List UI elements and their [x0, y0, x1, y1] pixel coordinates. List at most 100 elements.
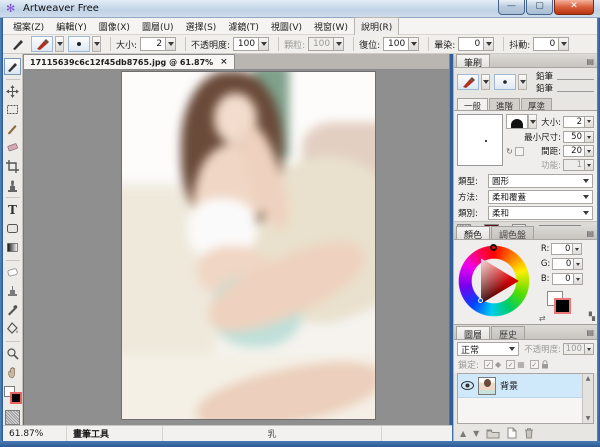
- brush-preset-button[interactable]: [31, 36, 53, 52]
- delete-layer-trash-icon[interactable]: [524, 427, 534, 439]
- new-group-folder-icon[interactable]: [486, 428, 500, 439]
- tab-advanced[interactable]: 進階: [489, 98, 521, 112]
- menu-window[interactable]: 視窗(W): [308, 18, 354, 35]
- document-tab[interactable]: 17115639c6c12f45db8765.jpg @ 61.87% ×: [23, 54, 235, 69]
- menu-edit[interactable]: 編輯(Y): [50, 18, 93, 35]
- layer-row-background[interactable]: 背景: [458, 374, 593, 398]
- bleed-dropdown[interactable]: [484, 37, 495, 51]
- menu-help[interactable]: 說明(R): [353, 16, 400, 36]
- pattern-swatch[interactable]: [5, 410, 20, 426]
- resat-input[interactable]: 100: [383, 37, 410, 51]
- text-tool[interactable]: T: [4, 201, 21, 218]
- paint-tool[interactable]: [4, 58, 21, 75]
- scroll-down-icon[interactable]: ▼: [586, 415, 591, 422]
- sv-marker-icon[interactable]: [478, 298, 483, 303]
- select-tool[interactable]: [4, 102, 21, 119]
- stamp-tool[interactable]: [4, 177, 21, 194]
- zoom-tool[interactable]: [4, 345, 21, 362]
- brush-category-button[interactable]: [457, 74, 479, 90]
- move-layer-down-button[interactable]: ▼: [473, 429, 479, 438]
- brush-tip-button[interactable]: [68, 36, 90, 52]
- pencil-tool[interactable]: [4, 120, 21, 137]
- canvas-photo[interactable]: [122, 72, 375, 419]
- size-dropdown[interactable]: [166, 37, 177, 51]
- menu-filter[interactable]: 濾鏡(T): [222, 18, 265, 35]
- shape-tool[interactable]: [4, 220, 21, 237]
- eraser-small-tool[interactable]: [4, 139, 21, 156]
- tab-palette[interactable]: 調色盤: [491, 226, 535, 241]
- status-zoom[interactable]: 61.87%: [3, 426, 67, 441]
- brush-variant-button[interactable]: [494, 74, 516, 90]
- brush-tool-button[interactable]: [7, 36, 29, 52]
- menu-view[interactable]: 視圖(V): [265, 18, 308, 35]
- tab-close-icon[interactable]: ×: [220, 57, 228, 67]
- foreground-color-swatch[interactable]: [9, 392, 22, 405]
- panel-menu-icon[interactable]: ▤: [586, 57, 594, 66]
- hue-marker-icon[interactable]: [490, 244, 497, 251]
- r-input[interactable]: 0: [551, 243, 574, 255]
- menu-file[interactable]: 檔案(Z): [7, 18, 50, 35]
- min-size-input[interactable]: 50: [563, 131, 585, 143]
- brush-category-dropdown[interactable]: [481, 74, 490, 90]
- layer-list-scrollbar[interactable]: ▲ ▼: [582, 374, 593, 423]
- minimize-button[interactable]: —: [498, 0, 525, 15]
- menu-image[interactable]: 圖像(X): [93, 18, 136, 35]
- eyedropper-tool[interactable]: [4, 301, 21, 318]
- clone-tool[interactable]: [4, 283, 21, 300]
- tab-brushes[interactable]: 筆刷: [456, 54, 491, 69]
- brush-preset-dropdown[interactable]: [55, 36, 64, 52]
- size-input[interactable]: 2: [140, 37, 167, 51]
- blend-mode-select[interactable]: 正常: [457, 342, 519, 356]
- brush-size-dropdown[interactable]: [585, 115, 594, 128]
- spacing-dropdown[interactable]: [585, 145, 594, 157]
- spacing-checkbox[interactable]: [514, 146, 524, 156]
- rotate-icon[interactable]: ↻: [506, 147, 513, 156]
- close-button[interactable]: ✕: [554, 0, 594, 15]
- bleed-input[interactable]: 0: [458, 37, 485, 51]
- tab-general[interactable]: 一般: [457, 98, 489, 112]
- panel-menu-icon[interactable]: ▤: [586, 328, 594, 337]
- move-tool[interactable]: [4, 83, 21, 100]
- jitter-input[interactable]: 0: [533, 37, 560, 51]
- tab-impasto[interactable]: 厚塗: [521, 98, 553, 112]
- panel-menu-icon[interactable]: ▤: [586, 229, 594, 238]
- new-layer-icon[interactable]: [507, 427, 517, 439]
- category-select[interactable]: 柔和: [488, 206, 593, 220]
- r-dropdown[interactable]: [573, 243, 583, 255]
- jitter-dropdown[interactable]: [559, 37, 570, 51]
- tip-shape-dropdown[interactable]: [528, 114, 538, 129]
- brush-size-input[interactable]: 2: [563, 115, 585, 128]
- fill-tool[interactable]: [4, 320, 21, 337]
- default-colors-icon[interactable]: ▚: [589, 312, 595, 321]
- menu-select[interactable]: 選擇(S): [180, 18, 223, 35]
- type-select[interactable]: 圓形: [488, 174, 593, 188]
- tab-history[interactable]: 歷史: [491, 326, 526, 341]
- color-wheel[interactable]: [456, 243, 539, 319]
- scroll-up-icon[interactable]: ▲: [586, 375, 591, 382]
- tip-shape-button[interactable]: [506, 114, 529, 129]
- visibility-eye-icon[interactable]: [461, 381, 474, 390]
- opacity-dropdown[interactable]: [259, 37, 270, 51]
- opacity-input[interactable]: 100: [233, 37, 260, 51]
- swap-colors-icon[interactable]: ⇄: [539, 314, 546, 323]
- brush-tip-dropdown[interactable]: [92, 36, 101, 52]
- brush-variant-dropdown[interactable]: [518, 74, 527, 90]
- resat-dropdown[interactable]: [409, 37, 420, 51]
- spacing-input[interactable]: 20: [563, 145, 585, 157]
- canvas-area[interactable]: [24, 70, 449, 425]
- maximize-button[interactable]: ▢: [526, 0, 553, 15]
- tab-color[interactable]: 顏色: [456, 226, 491, 241]
- b-input[interactable]: 0: [551, 273, 574, 285]
- b-dropdown[interactable]: [573, 273, 583, 285]
- eraser-tool[interactable]: [4, 264, 21, 281]
- method-select[interactable]: 柔和覆蓋: [488, 190, 593, 204]
- min-size-dropdown[interactable]: [585, 131, 594, 143]
- move-layer-up-button[interactable]: ▲: [460, 429, 466, 438]
- menu-layer[interactable]: 圖層(U): [136, 18, 180, 35]
- g-dropdown[interactable]: [574, 258, 584, 270]
- crop-tool[interactable]: [4, 158, 21, 175]
- g-input[interactable]: 0: [552, 258, 575, 270]
- hand-tool[interactable]: [4, 364, 21, 381]
- foreground-color-swatch[interactable]: [553, 298, 571, 314]
- tab-layers[interactable]: 圖層: [456, 326, 491, 341]
